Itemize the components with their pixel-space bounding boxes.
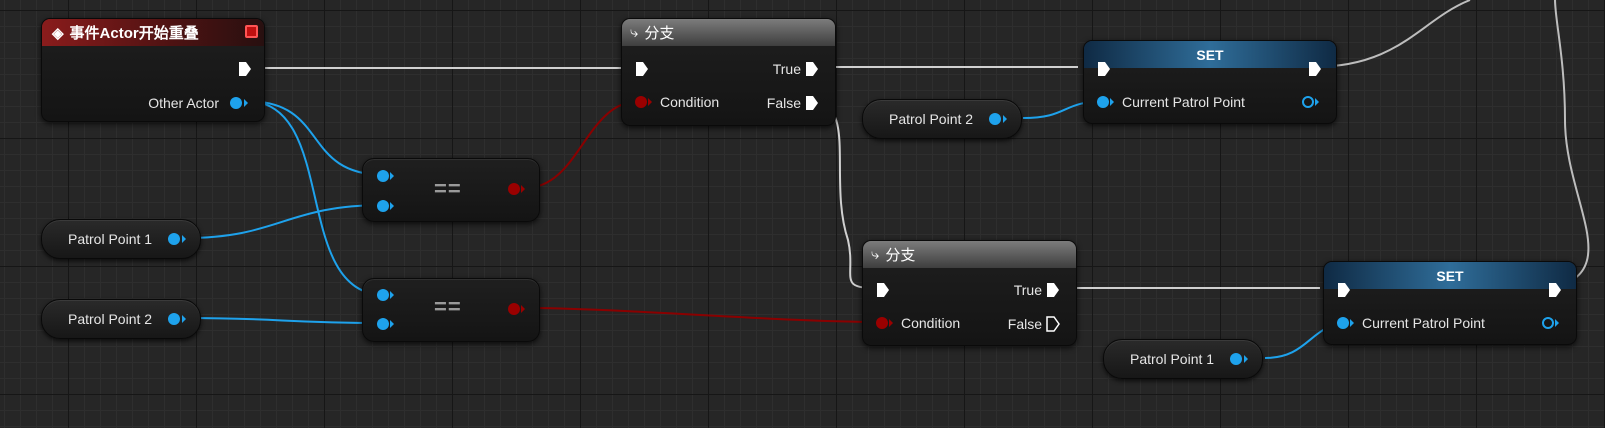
pin-arrow-icon [244,99,248,107]
current-patrol-point-label: Current Patrol Point [1362,315,1485,331]
exec-in-pin[interactable] [876,282,890,298]
condition-label: Condition [660,94,720,110]
current-patrol-point-input-pin[interactable] [1097,96,1109,108]
other-actor-pin[interactable] [230,97,242,109]
true-label: True [772,61,801,77]
event-node-header: ◈ 事件Actor开始重叠 [42,19,264,46]
pin-arrow-icon [182,235,186,243]
object-wire [184,317,386,324]
pin-arrow-icon [390,172,394,180]
equals-input-a-pin[interactable] [377,289,389,301]
variable-label: Patrol Point 2 [889,111,974,127]
equals-node[interactable]: == [362,158,540,222]
branch-icon: ⤷ [871,246,880,263]
stop-square-icon [245,25,258,38]
exec-in-pin[interactable] [635,61,649,77]
pin-arrow-icon [390,291,394,299]
exec-in-pin[interactable] [1097,61,1111,77]
pin-arrow-icon [182,315,186,323]
patrol-point-1-getter[interactable]: Patrol Point 1 [1103,339,1263,379]
branch-node-header: ⤷ 分支 [622,19,835,46]
condition-label: Condition [901,315,961,331]
pin-arrow-icon [1003,115,1007,123]
true-label: True [1013,282,1042,298]
condition-pin[interactable] [876,317,888,329]
pin-arrow-icon [521,305,525,313]
equals-input-b-pin[interactable] [377,318,389,330]
branch-node[interactable]: ⤷ 分支 True Condition False [621,18,836,126]
pin-arrow-icon [1350,319,1354,327]
false-exec-out-pin[interactable] [1046,316,1060,332]
bool-wire [524,307,881,323]
set-node-header: SET [1084,41,1336,68]
pin-arrow-icon [1110,98,1114,106]
branch-title: 分支 [644,25,675,42]
equals-output-pin[interactable] [508,303,520,315]
equals-input-a-pin[interactable] [377,170,389,182]
set-title: SET [1436,267,1464,284]
set-title: SET [1196,46,1224,63]
event-actor-begin-overlap-node[interactable]: ◈ 事件Actor开始重叠 Other Actor [41,18,265,122]
variable-out-pin[interactable] [168,233,180,245]
variable-out-pin[interactable] [1230,353,1242,365]
set-node-header: SET [1324,262,1576,289]
equals-symbol: == [434,294,462,319]
exec-out-pin[interactable] [1548,282,1562,298]
variable-label: Patrol Point 1 [68,231,153,247]
current-patrol-point-input-pin[interactable] [1337,317,1349,329]
branch-title: 分支 [885,247,916,264]
current-patrol-point-label: Current Patrol Point [1122,94,1245,110]
pin-arrow-icon [1315,98,1319,106]
pin-arrow-icon [390,320,394,328]
branch-node-header: ⤷ 分支 [863,241,1076,268]
exec-out-pin[interactable] [238,61,252,77]
event-diamond-icon: ◈ [52,24,64,42]
variable-out-pin[interactable] [168,313,180,325]
variable-label: Patrol Point 2 [68,311,153,327]
variable-label: Patrol Point 1 [1130,351,1215,367]
variable-out-pin[interactable] [989,113,1001,125]
branch-icon: ⤷ [630,24,639,41]
false-exec-out-pin[interactable] [805,95,819,111]
set-current-patrol-point-node[interactable]: SET Current Patrol Point [1083,40,1337,124]
branch-node[interactable]: ⤷ 分支 True Condition False [862,240,1077,346]
patrol-point-2-getter[interactable]: Patrol Point 2 [41,299,201,339]
exec-out-pin[interactable] [1308,61,1322,77]
true-exec-out-pin[interactable] [1046,282,1060,298]
event-node-title: 事件Actor开始重叠 [69,25,199,42]
exec-wire [1552,0,1590,289]
exec-in-pin[interactable] [1337,282,1351,298]
object-wire [184,204,386,239]
false-label: False [1007,316,1042,332]
equals-input-b-pin[interactable] [377,200,389,212]
false-label: False [766,95,801,111]
equals-node[interactable]: == [362,278,540,342]
set-current-patrol-point-node[interactable]: SET Current Patrol Point [1323,261,1577,345]
current-patrol-point-output-pin[interactable] [1302,96,1314,108]
equals-output-pin[interactable] [508,183,520,195]
pin-arrow-icon [889,319,893,327]
other-actor-label: Other Actor [148,95,219,111]
pin-arrow-icon [648,98,652,106]
pin-arrow-icon [1244,355,1248,363]
patrol-point-2-getter[interactable]: Patrol Point 2 [862,99,1022,139]
current-patrol-point-output-pin[interactable] [1542,317,1554,329]
pin-arrow-icon [521,185,525,193]
patrol-point-1-getter[interactable]: Patrol Point 1 [41,219,201,259]
condition-pin[interactable] [635,96,647,108]
pin-arrow-icon [1555,319,1559,327]
equals-symbol: == [434,176,462,201]
pin-arrow-icon [390,202,394,210]
true-exec-out-pin[interactable] [805,61,819,77]
